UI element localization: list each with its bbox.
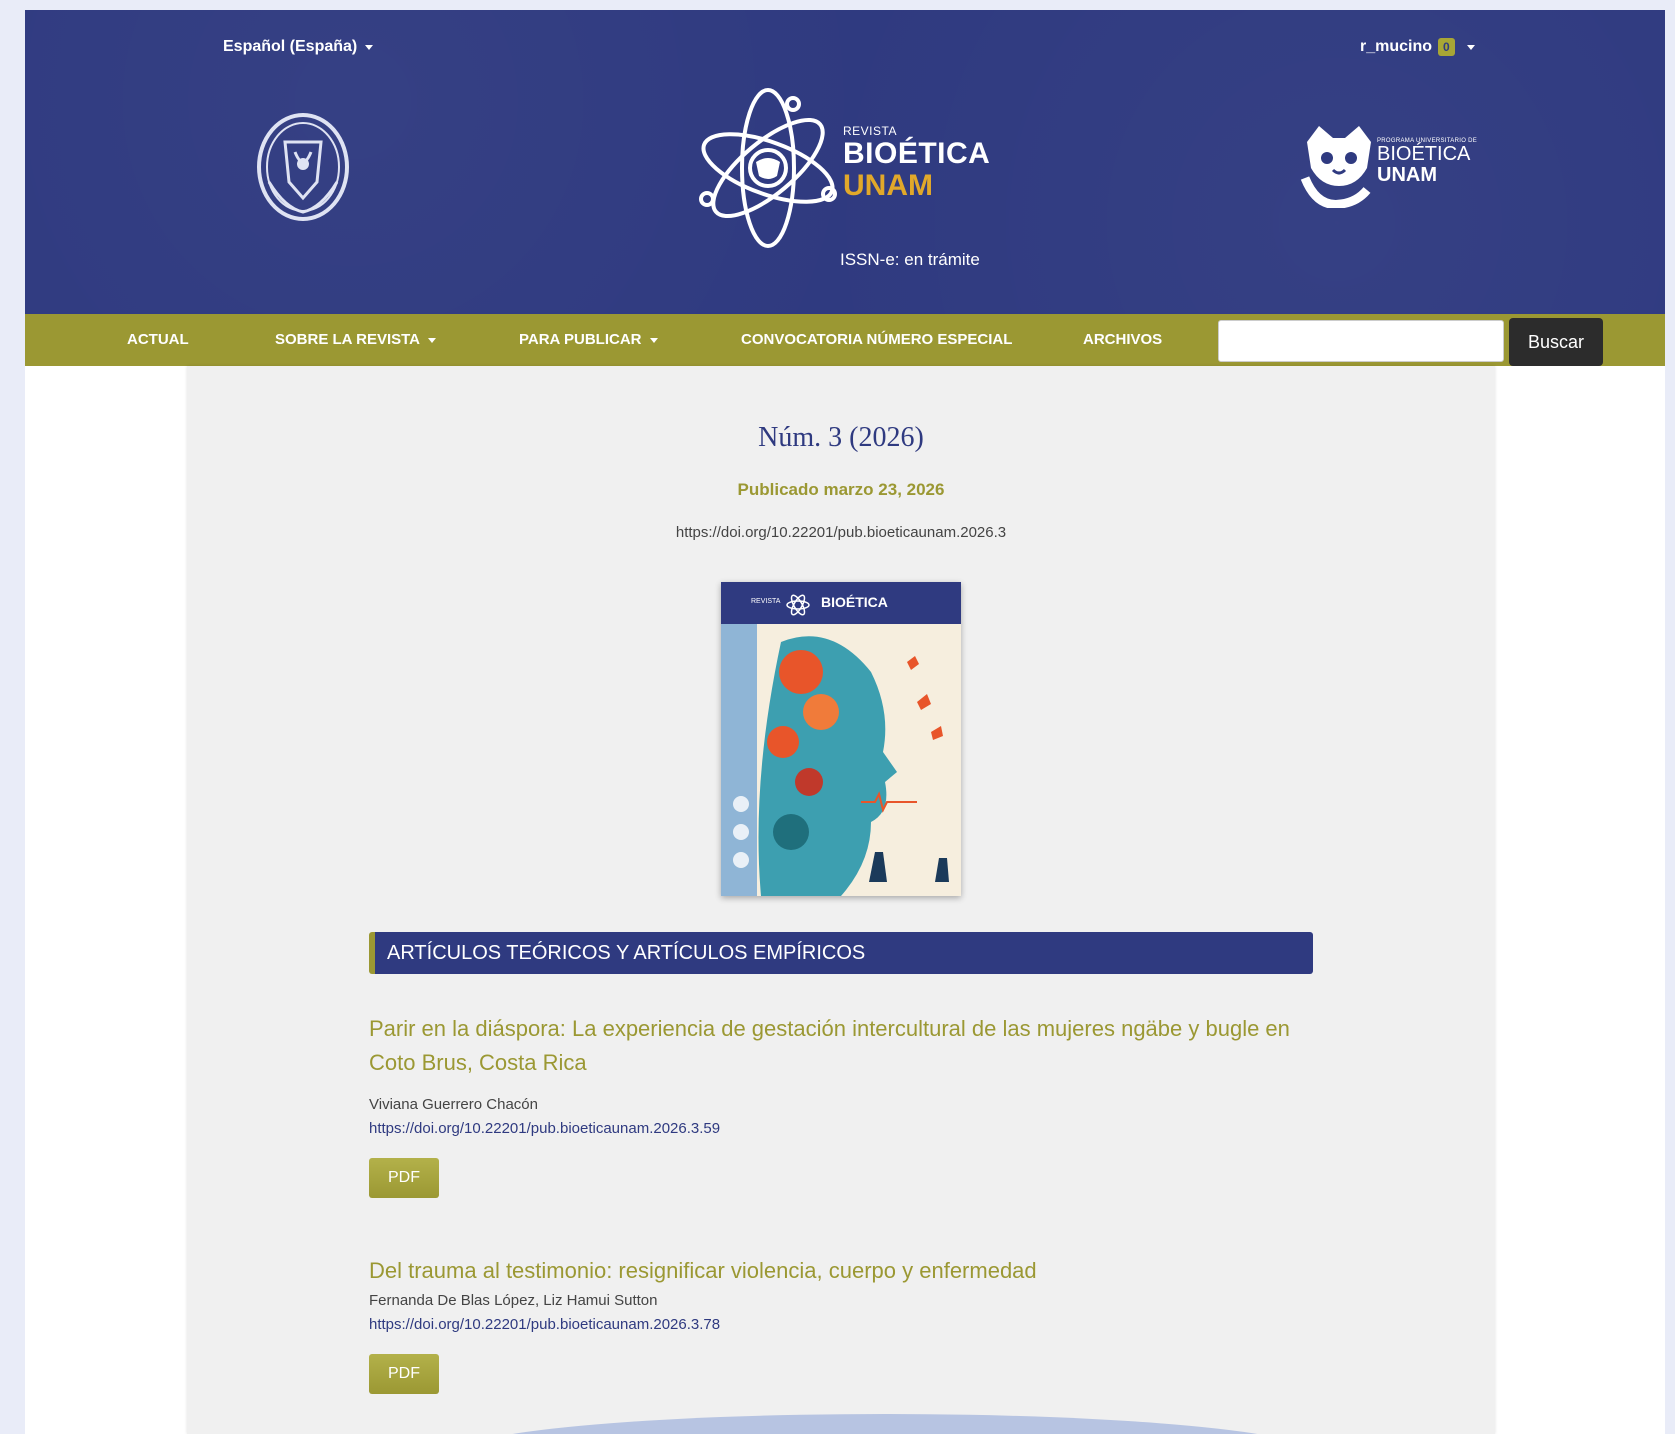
- program-brand: PROGRAMA UNIVERSITARIO DE BIOÉTICA UNAM: [1377, 138, 1477, 186]
- nav-item-convocatoria[interactable]: CONVOCATORIA NÚMERO ESPECIAL: [741, 314, 1012, 366]
- published-date: Publicado marzo 23, 2026: [737, 480, 945, 499]
- search-button[interactable]: Buscar: [1509, 318, 1603, 366]
- program-mascot-icon[interactable]: [1297, 122, 1377, 208]
- article-doi-link[interactable]: https://doi.org/10.22201/pub.bioeticauna…: [369, 1316, 720, 1333]
- issue-cover-image[interactable]: REVISTA BIOÉTICA: [721, 582, 961, 896]
- chevron-down-icon: [365, 44, 374, 50]
- cover-brand: BIOÉTICA: [821, 594, 888, 610]
- page-frame: Español (España) r_mucino 0 REVISTA BIOÉ…: [25, 10, 1665, 1434]
- nav-label: ARCHIVOS: [1083, 331, 1163, 348]
- nav-label: SOBRE LA REVISTA: [275, 331, 421, 348]
- chevron-down-icon: [649, 337, 658, 343]
- brand-gold: UNAM: [843, 169, 933, 202]
- nav-item-sobre-la-revista[interactable]: SOBRE LA REVISTA: [275, 314, 437, 366]
- article-authors: Viviana Guerrero Chacón: [369, 1096, 538, 1113]
- cover-brand-small: REVISTA: [751, 598, 781, 605]
- issn-text: ISSN-e: en trámite: [840, 250, 980, 269]
- nav-item-actual[interactable]: ACTUAL: [127, 314, 189, 366]
- search-input[interactable]: [1218, 320, 1504, 362]
- cover-illustration: [721, 582, 961, 896]
- article-authors: Fernanda De Blas López, Liz Hamui Sutton: [369, 1292, 658, 1309]
- program-big: BIOÉTICA: [1377, 143, 1471, 165]
- nav-label: ACTUAL: [127, 331, 189, 348]
- site-header: Español (España) r_mucino 0 REVISTA BIOÉ…: [25, 10, 1665, 314]
- chevron-down-icon: [428, 337, 437, 343]
- issue-doi: https://doi.org/10.22201/pub.bioeticauna…: [675, 524, 1007, 541]
- atom-icon: [786, 594, 810, 616]
- section-heading: ARTÍCULOS TEÓRICOS Y ARTÍCULOS EMPÍRICOS: [369, 932, 1313, 974]
- notification-badge: 0: [1438, 38, 1455, 56]
- nav-item-para-publicar[interactable]: PARA PUBLICAR: [519, 314, 658, 366]
- language-selector[interactable]: Español (España): [223, 38, 374, 56]
- chevron-down-icon: [1466, 44, 1475, 50]
- atom-logo-icon[interactable]: [693, 84, 843, 252]
- journal-brand: REVISTA BIOÉTICA UNAM: [843, 124, 990, 202]
- nav-label: CONVOCATORIA NÚMERO ESPECIAL: [741, 331, 1013, 348]
- nav-label: PARA PUBLICAR: [519, 331, 642, 348]
- article-doi-link[interactable]: https://doi.org/10.22201/pub.bioeticauna…: [369, 1120, 720, 1137]
- main-nav: ACTUAL SOBRE LA REVISTA PARA PUBLICAR CO…: [25, 314, 1665, 366]
- username: r_mucino: [1360, 38, 1433, 55]
- article-title-link[interactable]: Parir en la diáspora: La experiencia de …: [369, 1012, 1313, 1080]
- brand-small: REVISTA: [843, 124, 897, 138]
- issue-title: Núm. 3 (2026): [758, 422, 924, 453]
- pdf-button[interactable]: PDF: [369, 1354, 439, 1394]
- program-unam: UNAM: [1377, 164, 1437, 186]
- user-menu[interactable]: r_mucino 0: [1360, 38, 1475, 56]
- issue-panel: Núm. 3 (2026) Publicado marzo 23, 2026 h…: [187, 366, 1495, 1434]
- pdf-button[interactable]: PDF: [369, 1158, 439, 1198]
- unam-seal-icon[interactable]: [255, 112, 351, 222]
- brand-big: BIOÉTICA: [843, 137, 991, 170]
- nav-item-archivos[interactable]: ARCHIVOS: [1083, 314, 1162, 366]
- article-title-link[interactable]: Del trauma al testimonio: resignificar v…: [369, 1254, 1313, 1288]
- language-label: Español (España): [223, 38, 358, 55]
